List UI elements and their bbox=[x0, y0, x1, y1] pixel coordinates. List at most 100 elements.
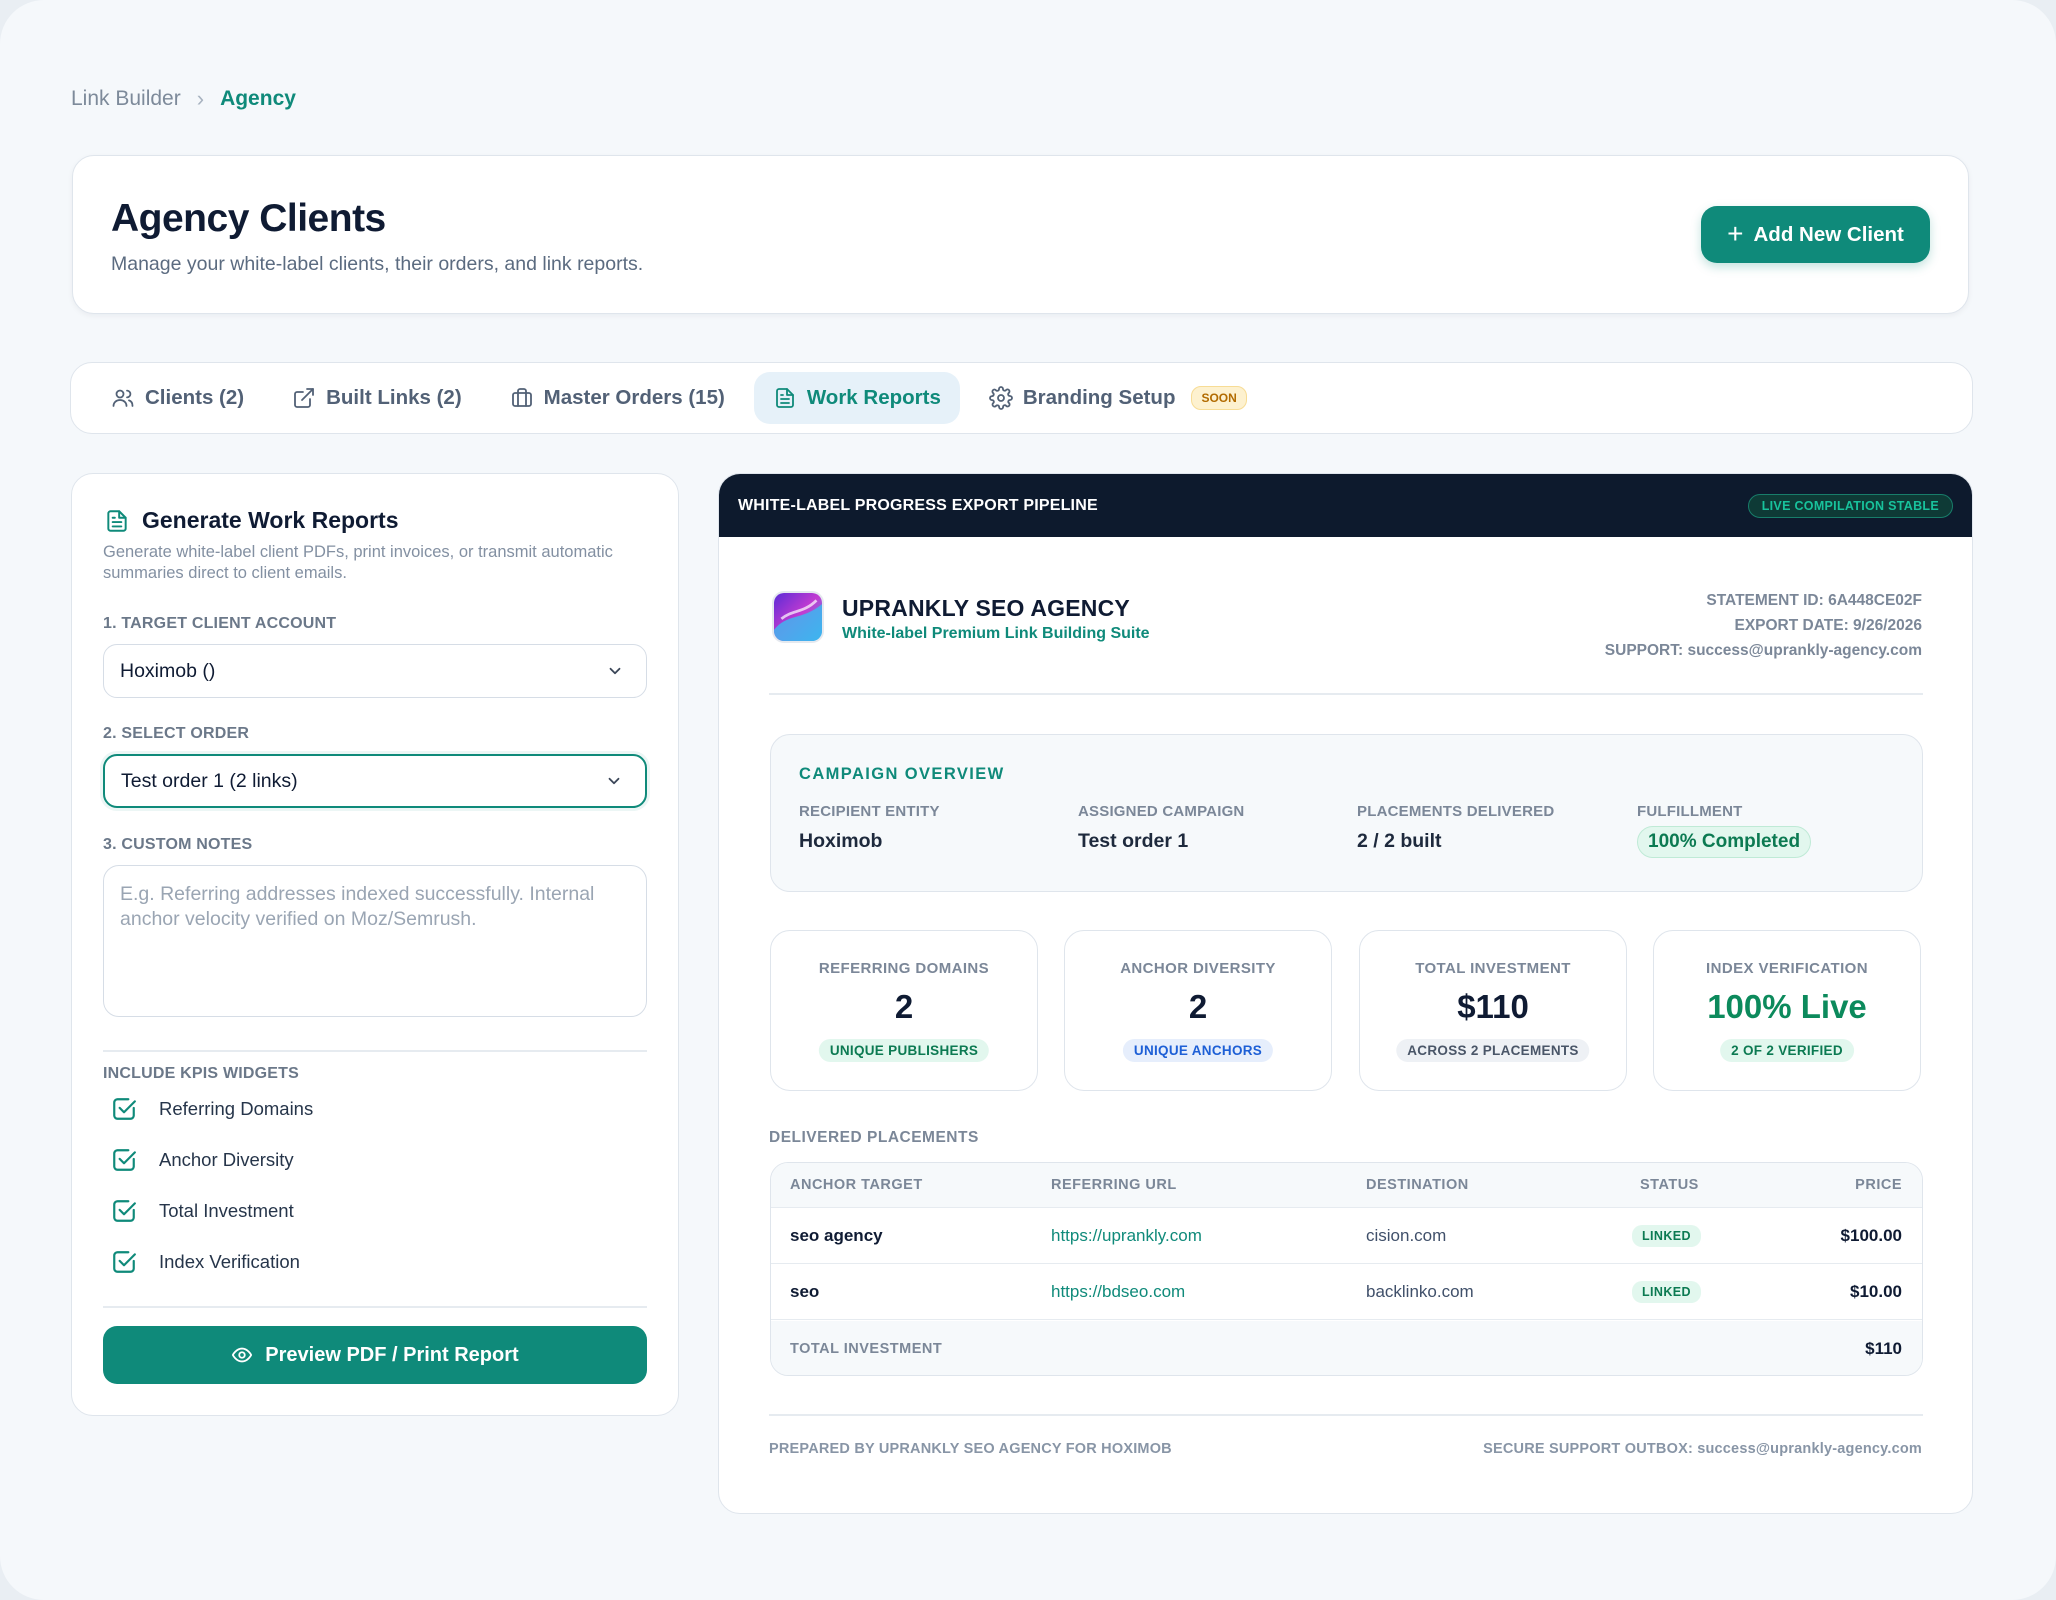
tab-branding-setup[interactable]: Branding Setup SOON bbox=[970, 372, 1266, 424]
app-frame: Link Builder › Agency Agency Clients Man… bbox=[0, 0, 2056, 1600]
briefcase-icon bbox=[511, 388, 532, 407]
destination-cell: cision.com bbox=[1366, 1225, 1447, 1245]
column-header: ANCHOR TARGET bbox=[790, 1177, 923, 1193]
kpi-checkbox-index-verification[interactable]: Index Verification bbox=[111, 1249, 300, 1275]
tab-clients-label: Clients (2) bbox=[145, 386, 245, 409]
chevron-down-icon bbox=[608, 777, 620, 785]
add-new-client-label: Add New Client bbox=[1753, 222, 1904, 246]
total-value: $110 bbox=[1865, 1339, 1902, 1358]
tab-built-links[interactable]: Built Links (2) bbox=[273, 372, 481, 424]
kpi-anchor-diversity: ANCHOR DIVERSITY 2 UNIQUE ANCHORS bbox=[1064, 930, 1332, 1091]
divider bbox=[769, 1414, 1923, 1416]
overview-label: RECIPIENT ENTITY bbox=[799, 803, 940, 820]
users-icon bbox=[112, 389, 134, 407]
live-status-badge: LIVE COMPILATION STABLE bbox=[1747, 494, 1953, 518]
document-icon bbox=[775, 388, 794, 408]
tab-built-links-label: Built Links (2) bbox=[326, 386, 462, 409]
kpi-sub-badge: UNIQUE ANCHORS bbox=[1122, 1039, 1274, 1062]
checkbox-checked-icon bbox=[113, 1149, 136, 1171]
kpi-value: $110 bbox=[1457, 988, 1529, 1025]
soon-badge: SOON bbox=[1191, 386, 1247, 410]
page-title: Agency Clients bbox=[111, 197, 386, 240]
chevron-down-icon bbox=[609, 667, 621, 675]
generator-title-text: Generate Work Reports bbox=[142, 507, 399, 533]
preview-pdf-label: Preview PDF / Print Report bbox=[265, 1343, 519, 1366]
kpi-label: TOTAL INVESTMENT bbox=[1415, 960, 1571, 977]
column-header: STATUS bbox=[1640, 1177, 1699, 1193]
kpi-label: INDEX VERIFICATION bbox=[1706, 960, 1868, 977]
referring-url-link[interactable]: https://uprankly.com bbox=[1051, 1226, 1202, 1246]
table-row: seo https://bdseo.com backlinko.com LINK… bbox=[771, 1264, 1922, 1320]
tab-clients[interactable]: Clients (2) bbox=[92, 372, 263, 424]
client-account-label: 1. TARGET CLIENT ACCOUNT bbox=[103, 615, 337, 632]
overview-value: Hoximob bbox=[799, 830, 883, 852]
kpi-option-label: Total Investment bbox=[159, 1200, 294, 1221]
campaign-overview-card: CAMPAIGN OVERVIEW RECIPIENT ENTITY Hoxim… bbox=[770, 734, 1923, 892]
checkbox-checked-icon bbox=[113, 1098, 136, 1120]
kpi-option-label: Index Verification bbox=[159, 1251, 300, 1272]
kpi-widgets-label: INCLUDE KPIS WIDGETS bbox=[103, 1065, 300, 1082]
kpi-label: ANCHOR DIVERSITY bbox=[1120, 960, 1276, 977]
chevron-right-icon: › bbox=[196, 86, 205, 111]
page-header-card: Agency Clients Manage your white-label c… bbox=[72, 155, 1969, 314]
client-account-value: Hoximob () bbox=[120, 659, 216, 682]
overview-label: FULFILLMENT bbox=[1637, 803, 1743, 820]
divider bbox=[103, 1050, 647, 1052]
total-label: TOTAL INVESTMENT bbox=[790, 1341, 943, 1357]
kpi-value: 2 bbox=[1188, 988, 1208, 1025]
gear-icon bbox=[988, 386, 1013, 410]
divider bbox=[103, 1306, 647, 1308]
anchor-cell: seo agency bbox=[790, 1225, 883, 1245]
referring-url-link[interactable]: https://bdseo.com bbox=[1051, 1282, 1185, 1302]
select-order-select[interactable]: Test order 1 (2 links) bbox=[103, 754, 647, 808]
divider bbox=[769, 693, 1923, 695]
tab-branding-setup-label: Branding Setup bbox=[1022, 386, 1176, 409]
column-header: PRICE bbox=[1855, 1177, 1902, 1193]
generator-title: Generate Work Reports bbox=[104, 507, 398, 534]
preview-pdf-button[interactable]: Preview PDF / Print Report bbox=[103, 1326, 647, 1384]
status-badge: LINKED bbox=[1632, 1280, 1701, 1303]
kpi-checkbox-referring-domains[interactable]: Referring Domains bbox=[111, 1096, 313, 1122]
client-account-select[interactable]: Hoximob () bbox=[103, 644, 647, 698]
overview-fulfillment: FULFILLMENT 100% Completed bbox=[1637, 803, 1812, 858]
select-order-value: Test order 1 (2 links) bbox=[121, 769, 298, 792]
custom-notes-label: 3. CUSTOM NOTES bbox=[103, 836, 253, 853]
support-email: SUPPORT: success@uprankly-agency.com bbox=[1604, 642, 1922, 659]
tab-work-reports-label: Work Reports bbox=[806, 386, 941, 409]
custom-notes-textarea[interactable]: E.g. Referring addresses indexed success… bbox=[103, 865, 647, 1017]
report-footer-support: SECURE SUPPORT OUTBOX: success@uprankly-… bbox=[1483, 1441, 1922, 1457]
pipeline-bar: WHITE-LABEL PROGRESS EXPORT PIPELINE LIV… bbox=[719, 474, 1972, 537]
kpi-checkbox-total-investment[interactable]: Total Investment bbox=[111, 1198, 294, 1224]
anchor-cell: seo bbox=[790, 1281, 820, 1301]
document-icon bbox=[107, 509, 127, 532]
tab-bar: Clients (2) Built Links (2) Master Order… bbox=[70, 362, 1973, 434]
fulfillment-badge: 100% Completed bbox=[1637, 826, 1812, 858]
table-total-row: TOTAL INVESTMENT $110 bbox=[771, 1321, 1922, 1375]
placements-title: DELIVERED PLACEMENTS bbox=[769, 1129, 979, 1146]
add-new-client-button[interactable]: + Add New Client bbox=[1701, 206, 1930, 263]
kpi-sub-badge: ACROSS 2 PLACEMENTS bbox=[1396, 1039, 1590, 1062]
kpi-referring-domains: REFERRING DOMAINS 2 UNIQUE PUBLISHERS bbox=[770, 930, 1038, 1091]
pipeline-title: WHITE-LABEL PROGRESS EXPORT PIPELINE bbox=[738, 497, 1098, 514]
kpi-index-verification: INDEX VERIFICATION 100% Live 2 OF 2 VERI… bbox=[1653, 930, 1921, 1091]
tab-work-reports[interactable]: Work Reports bbox=[753, 372, 960, 424]
kpi-total-investment: TOTAL INVESTMENT $110 ACROSS 2 PLACEMENT… bbox=[1359, 930, 1627, 1091]
table-header: ANCHOR TARGET REFERRING URL DESTINATION … bbox=[771, 1163, 1922, 1208]
page-subtitle: Manage your white-label clients, their o… bbox=[111, 253, 644, 275]
kpi-checkbox-anchor-diversity[interactable]: Anchor Diversity bbox=[111, 1147, 294, 1173]
breadcrumb: Link Builder › Agency bbox=[71, 86, 296, 112]
generator-description: Generate white-label client PDFs, print … bbox=[103, 543, 613, 582]
kpi-value: 100% Live bbox=[1707, 988, 1867, 1025]
checkbox-checked-icon bbox=[113, 1251, 136, 1273]
overview-value: Test order 1 bbox=[1078, 830, 1189, 852]
overview-campaign: ASSIGNED CAMPAIGN Test order 1 bbox=[1078, 803, 1244, 853]
kpi-sub-badge: UNIQUE PUBLISHERS bbox=[818, 1039, 990, 1062]
overview-recipient: RECIPIENT ENTITY Hoximob bbox=[799, 803, 940, 853]
price-cell: $100.00 bbox=[1840, 1225, 1902, 1245]
external-link-icon bbox=[294, 388, 315, 408]
breadcrumb-link-builder[interactable]: Link Builder bbox=[71, 87, 181, 111]
report-footer-prepared: PREPARED BY UPRANKLY SEO AGENCY FOR HOXI… bbox=[769, 1441, 1172, 1457]
tab-master-orders[interactable]: Master Orders (15) bbox=[491, 372, 744, 424]
agency-name: UPRANKLY SEO AGENCY bbox=[842, 595, 1130, 621]
price-cell: $10.00 bbox=[1850, 1281, 1902, 1301]
